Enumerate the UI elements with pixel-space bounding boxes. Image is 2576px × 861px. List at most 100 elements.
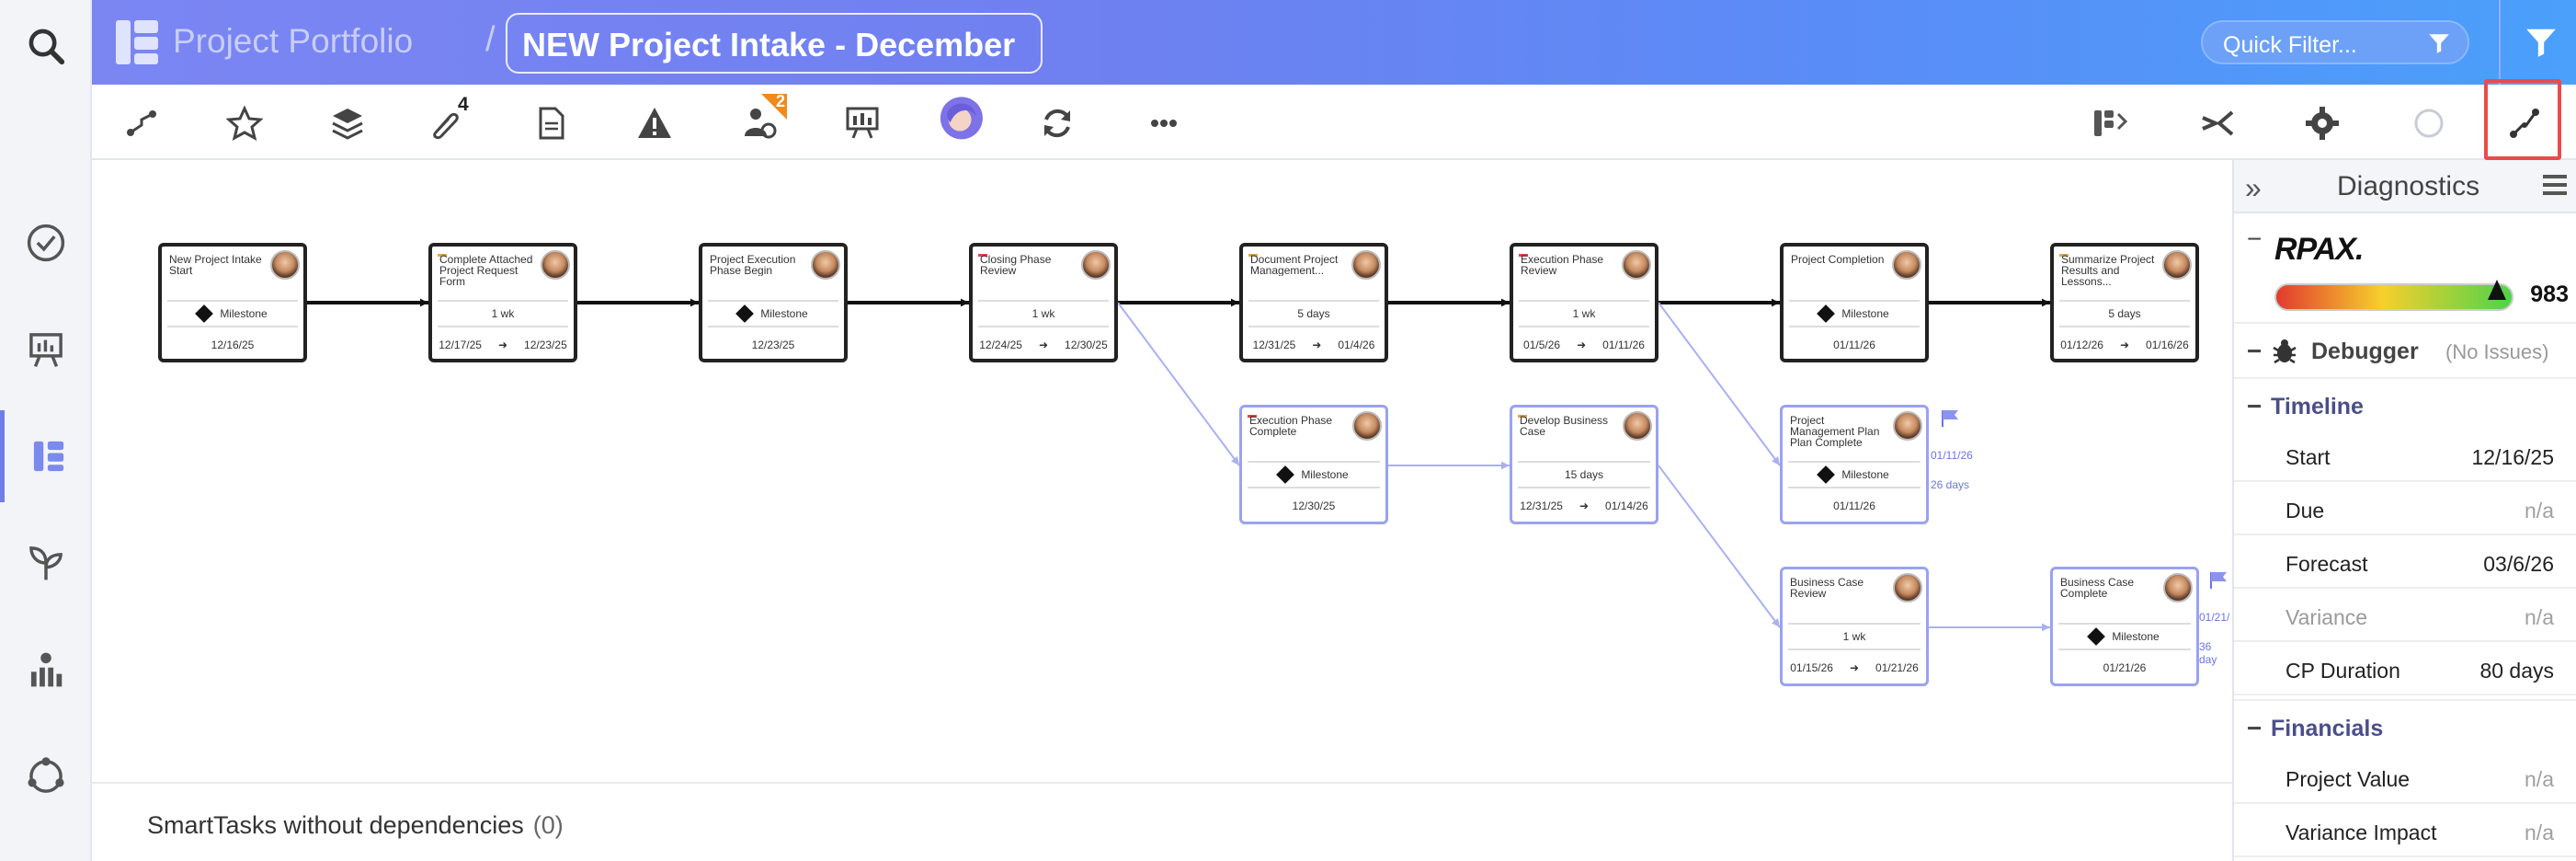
- task-node[interactable]: Project Management Plan Plan Complete Mil…: [1780, 405, 1929, 524]
- team-chart-icon[interactable]: [0, 624, 92, 716]
- assignee-avatar[interactable]: [541, 250, 570, 280]
- assignee-avatar[interactable]: [270, 250, 300, 280]
- financials-collapse-icon[interactable]: −: [2247, 714, 2262, 743]
- presentation-icon[interactable]: [0, 304, 92, 396]
- assignee-avatar[interactable]: [1081, 250, 1111, 280]
- arrow-right-icon: ➜: [1038, 339, 1049, 351]
- assignee-avatar[interactable]: [1622, 250, 1651, 280]
- debugger-label: Debugger: [2311, 339, 2419, 364]
- board-icon[interactable]: [837, 98, 888, 149]
- task-title: Complete Attached Project Request Form: [439, 254, 533, 287]
- hamburger-menu-icon[interactable]: [2539, 171, 2570, 199]
- task-node[interactable]: Summarize Project Results and Lessons...…: [2050, 243, 2199, 362]
- critical-path-link-arrowhead: [690, 298, 699, 307]
- task-end-date: 01/16/26: [2146, 339, 2189, 351]
- dependency-link: [1658, 465, 1781, 628]
- task-duration: 1 wk: [491, 307, 515, 320]
- settings-gear-icon[interactable]: [2297, 98, 2348, 149]
- assignee-avatar[interactable]: [2163, 573, 2193, 603]
- task-node[interactable]: Business Case Review 1 wk 01/15/26 ➜ 01/21/2…: [1780, 567, 1929, 686]
- task-duration-row: Milestone: [167, 300, 298, 327]
- assignee-avatar[interactable]: [1351, 250, 1381, 280]
- task-title: Project Completion: [1791, 254, 1885, 265]
- arrow-right-icon: ➜: [1577, 339, 1587, 351]
- task-title: Execution Phase Complete: [1249, 415, 1333, 437]
- task-title: Document Project Management...: [1250, 254, 1339, 276]
- timeline-row: CP Duration 80 days: [2234, 642, 2576, 695]
- debugger-section[interactable]: − Debugger (No Issues): [2234, 322, 2576, 373]
- assignee-avatar[interactable]: [1352, 411, 1382, 441]
- task-duration-row: 1 wk: [1519, 300, 1649, 327]
- sprout-icon[interactable]: [0, 517, 92, 609]
- collapse-panel-icon[interactable]: »: [2245, 171, 2262, 205]
- network-icon[interactable]: [0, 730, 92, 822]
- task-duration-row: Milestone: [2058, 623, 2191, 650]
- smarttasks-footer[interactable]: SmartTasks without dependencies (0): [92, 782, 2232, 861]
- resources-icon[interactable]: 2: [734, 92, 787, 149]
- timeline-row: Start 12/16/25: [2234, 429, 2576, 482]
- assignee-avatar[interactable]: [1623, 411, 1652, 441]
- critical-path-link-arrowhead: [1771, 298, 1780, 307]
- breadcrumb-separator: /: [485, 20, 496, 59]
- task-node[interactable]: Business Case Complete Milestone 01/21/26: [2050, 567, 2199, 686]
- portfolio-logo-icon[interactable]: [114, 18, 160, 66]
- collapse-arrows-icon[interactable]: [2192, 98, 2243, 149]
- quick-filter-placeholder: Quick Filter...: [2223, 32, 2357, 58]
- assignee-avatar[interactable]: [1892, 250, 1921, 280]
- pmp-flag-icon[interactable]: [1940, 408, 1960, 427]
- task-node[interactable]: Document Project Management... 5 days 12/3…: [1239, 243, 1388, 362]
- status-circle-icon[interactable]: [2403, 98, 2455, 149]
- task-duration-row: 1 wk: [438, 300, 568, 327]
- task-node[interactable]: Execution Phase Review 1 wk 01/5/26 ➜ 01/11/…: [1510, 243, 1658, 362]
- timeline-section[interactable]: − Timeline: [2234, 377, 2576, 429]
- task-start-date: 01/21/26: [2103, 661, 2147, 674]
- financials-section[interactable]: − Financials: [2234, 699, 2576, 751]
- assistant-avatar-icon[interactable]: [929, 88, 993, 153]
- refresh-icon[interactable]: [1032, 98, 1083, 149]
- search-icon[interactable]: [0, 0, 92, 92]
- task-node[interactable]: Complete Attached Project Request Form 1 …: [428, 243, 577, 362]
- task-node[interactable]: Develop Business Case 15 days 12/31/25 ➜ 01/…: [1510, 405, 1658, 524]
- assignee-avatar[interactable]: [1893, 411, 1922, 441]
- task-title: Execution Phase Review: [1521, 254, 1604, 276]
- assignee-avatar[interactable]: [1893, 573, 1922, 603]
- debugger-collapse-icon[interactable]: −: [2247, 337, 2262, 366]
- more-options-icon[interactable]: [1138, 98, 1190, 149]
- project-name-field[interactable]: NEW Project Intake - December: [506, 13, 1043, 74]
- task-node[interactable]: Project Execution Phase Begin Milestone 12…: [699, 243, 848, 362]
- bcc-flag-icon[interactable]: [2208, 570, 2228, 589]
- critical-path-link-arrowhead: [1500, 298, 1510, 307]
- critical-path-link-arrowhead: [2041, 298, 2050, 307]
- assignee-avatar[interactable]: [811, 250, 840, 280]
- document-icon[interactable]: [526, 98, 577, 149]
- financials-value: n/a: [2525, 767, 2554, 791]
- task-dates-row: 01/12/26 ➜ 01/16/26: [2059, 333, 2190, 357]
- assignee-avatar[interactable]: [2162, 250, 2192, 280]
- milestone-diamond-icon: [1817, 465, 1836, 484]
- task-end-date: 12/23/25: [524, 339, 567, 351]
- layers-icon[interactable]: [322, 98, 373, 149]
- arrow-right-icon: ➜: [1312, 339, 1322, 351]
- task-node[interactable]: Closing Phase Review 1 wk 12/24/25 ➜ 12/30/2…: [969, 243, 1118, 362]
- dependency-link-icon[interactable]: [116, 98, 167, 149]
- warning-icon[interactable]: [629, 98, 680, 149]
- task-dates-row: 12/23/25: [708, 333, 838, 357]
- rpax-collapse-icon[interactable]: −: [2247, 224, 2262, 254]
- quick-filter-input[interactable]: Quick Filter...: [2201, 20, 2469, 64]
- task-node[interactable]: New Project Intake Start Milestone 12/16/2…: [158, 243, 307, 362]
- task-node[interactable]: Execution Phase Complete Milestone 12/30/2…: [1239, 405, 1388, 524]
- portfolio-expand-icon[interactable]: [2085, 98, 2137, 149]
- tasks-check-icon[interactable]: [0, 197, 92, 289]
- task-start-date: 12/31/25: [1520, 499, 1563, 512]
- breadcrumb-portfolio-link[interactable]: Project Portfolio: [173, 22, 413, 61]
- filter-button[interactable]: [2515, 17, 2567, 68]
- attachments-icon[interactable]: 4: [419, 94, 471, 149]
- task-duration: 1 wk: [1032, 307, 1055, 320]
- dependency-link-arrowhead: [1231, 456, 1239, 465]
- star-icon[interactable]: [219, 98, 270, 149]
- task-node[interactable]: Project Completion Milestone 01/11/26: [1780, 243, 1929, 362]
- portfolio-icon[interactable]: [0, 410, 92, 502]
- task-dates-row: 01/15/26 ➜ 01/21/26: [1788, 656, 1921, 680]
- timeline-collapse-icon[interactable]: −: [2247, 392, 2262, 421]
- rpax-score-marker: [2487, 280, 2506, 300]
